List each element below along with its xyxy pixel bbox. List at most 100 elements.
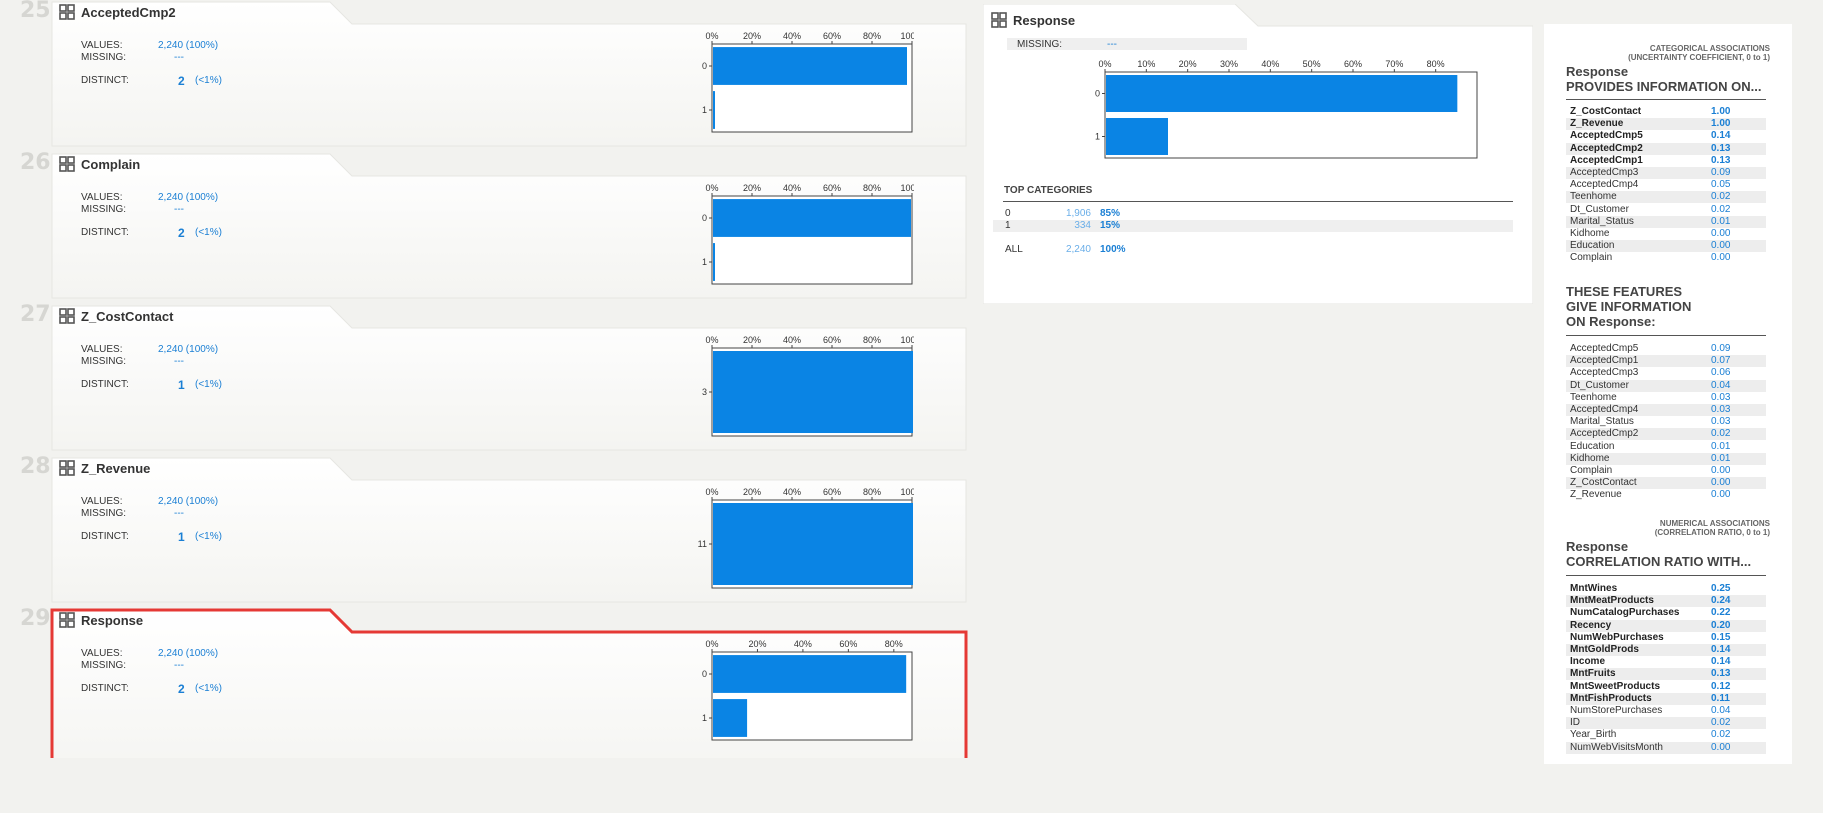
assoc-row[interactable]: AcceptedCmp2 0.13 [1566,142,1766,155]
feature-card[interactable]: Z_CostContact VALUES: 2,240 (100%) MISSING:… [50,304,970,454]
assoc-value: 0.20 [1711,619,1731,631]
assoc-row[interactable]: Income 0.14 [1566,656,1766,668]
assoc-row[interactable]: Education 0.00 [1566,240,1766,253]
assoc-row[interactable]: Complain 0.00 [1566,465,1766,477]
assoc-row[interactable]: NumStorePurchases 0.04 [1566,705,1766,717]
assoc-value: 0.04 [1711,705,1731,716]
assoc-feature: MntSweetProducts [1570,680,1661,692]
assoc-value: 1.00 [1711,118,1731,130]
row-number: 29 [20,606,51,631]
assoc-row[interactable]: Z_Revenue 0.00 [1566,489,1766,501]
card-title[interactable]: AcceptedCmp2 [59,4,176,20]
assoc-value: 0.00 [1711,228,1731,239]
card-title[interactable]: Response [59,612,143,628]
x-tick-label: 20% [748,639,766,649]
assoc-row[interactable]: AcceptedCmp5 0.14 [1566,130,1766,142]
assoc-feature: Teenhome [1570,191,1617,203]
bar[interactable] [713,699,748,737]
feature-card[interactable]: Response VALUES: 2,240 (100%) MISSING: --- DI… [50,608,970,758]
assoc-row[interactable]: Year_Birth 0.02 [1566,729,1766,741]
values-value: 2,240 (100%) [158,344,219,355]
assoc-row[interactable]: AcceptedCmp5 0.09 [1566,343,1766,355]
assoc-feature: NumWebVisitsMonth [1570,741,1663,753]
card-title[interactable]: Complain [59,156,140,172]
assoc-row[interactable]: AcceptedCmp3 0.09 [1566,167,1766,179]
assoc-value: 0.09 [1711,167,1731,178]
assoc-row[interactable]: MntWines 0.25 [1566,583,1766,595]
assoc-row[interactable]: MntSweetProducts 0.12 [1566,681,1766,693]
assoc-feature: Complain [1570,252,1613,264]
all-label: ALL [1005,244,1023,255]
values-value: 2,240 (100%) [158,496,219,507]
values-label: VALUES: [81,648,123,659]
assoc-feature: AcceptedCmp5 [1570,343,1639,354]
assoc-row[interactable]: Teenhome 0.02 [1566,191,1766,204]
assoc-row[interactable]: NumWebPurchases 0.15 [1566,632,1766,644]
values-value: 2,240 (100%) [158,648,219,659]
values-value: 2,240 (100%) [158,192,219,203]
assoc-row[interactable]: Kidhome 0.01 [1566,452,1766,465]
feature-card[interactable]: Complain VALUES: 2,240 (100%) MISSING: --- DI… [50,152,970,302]
assoc-row[interactable]: MntMeatProducts 0.24 [1566,595,1766,608]
associations-panel: CATEGORICAL ASSOCIATIONS (UNCERTAINTY CO… [1544,24,1792,764]
assoc-row[interactable]: AcceptedCmp1 0.07 [1566,355,1766,368]
corr-heading-target: Response [1566,539,1629,554]
assoc-value: 0.25 [1711,583,1731,594]
assoc-row[interactable]: Marital_Status 0.01 [1566,215,1766,228]
histogram: 0% 20% 40% 60% 80% 100% 0 1 [690,30,914,136]
bar[interactable] [713,351,913,433]
assoc-row[interactable]: Dt_Customer 0.04 [1566,379,1766,392]
assoc-row[interactable]: Complain 0.00 [1566,252,1766,264]
bar[interactable] [1106,75,1458,112]
bar[interactable] [1106,118,1168,155]
grid-icon [991,12,1007,28]
missing-value: --- [174,52,184,63]
assoc-row[interactable]: AcceptedCmp1 0.13 [1566,155,1766,167]
assoc-row[interactable]: Z_CostContact 1.00 [1566,106,1766,118]
x-tick-label: 40% [1261,59,1279,69]
feature-card[interactable]: AcceptedCmp2 VALUES: 2,240 (100%) MISSING: -… [50,0,970,150]
assoc-row[interactable]: ID 0.02 [1566,717,1766,730]
assoc-row[interactable]: Z_Revenue 1.00 [1566,118,1766,131]
assoc-row[interactable]: AcceptedCmp4 0.05 [1566,179,1766,191]
grid-icon [59,4,75,20]
bar[interactable] [713,47,907,85]
bar[interactable] [713,91,715,129]
assoc-row[interactable]: Recency 0.20 [1566,619,1766,632]
assoc-row[interactable]: Kidhome 0.00 [1566,228,1766,240]
card-title[interactable]: Z_Revenue [59,460,150,476]
assoc-row[interactable]: Teenhome 0.03 [1566,392,1766,404]
detail-title[interactable]: Response [991,12,1075,28]
category-label: 0 [702,669,707,679]
bar[interactable] [713,655,907,693]
bar[interactable] [713,243,715,281]
assoc-feature: Dt_Customer [1570,379,1629,391]
bar[interactable] [713,503,913,585]
values-label: VALUES: [81,496,123,507]
provides-heading-text: PROVIDES INFORMATION ON... [1566,79,1762,94]
missing-value: --- [174,508,184,519]
assoc-row[interactable]: Education 0.01 [1566,441,1766,453]
feature-name: AcceptedCmp2 [81,4,176,20]
feature-card[interactable]: Z_Revenue VALUES: 2,240 (100%) MISSING: --- D… [50,456,970,606]
top-cat: 0 [1005,208,1011,219]
assoc-row[interactable]: AcceptedCmp2 0.02 [1566,428,1766,441]
assoc-row[interactable]: AcceptedCmp3 0.06 [1566,367,1766,379]
assoc-row[interactable]: MntGoldProds 0.14 [1566,644,1766,656]
assoc-value: 0.04 [1711,379,1731,391]
assoc-row[interactable]: MntFruits 0.13 [1566,668,1766,681]
card-title[interactable]: Z_CostContact [59,308,173,324]
assoc-row[interactable]: MntFishProducts 0.11 [1566,692,1766,705]
x-tick-label: 50% [1303,59,1321,69]
row-number: 28 [20,454,51,479]
assoc-row[interactable]: Dt_Customer 0.02 [1566,204,1766,216]
assoc-row[interactable]: Marital_Status 0.03 [1566,416,1766,428]
assoc-row[interactable]: NumWebVisitsMonth 0.00 [1566,741,1766,754]
bar[interactable] [713,199,911,237]
distinct-pct: (<1%) [195,531,222,542]
assoc-row[interactable]: AcceptedCmp4 0.03 [1566,404,1766,416]
assoc-feature: Education [1570,240,1615,252]
assoc-row[interactable]: NumCatalogPurchases 0.22 [1566,607,1766,619]
assoc-row[interactable]: Z_CostContact 0.00 [1566,477,1766,490]
missing-label: MISSING: [81,508,127,519]
